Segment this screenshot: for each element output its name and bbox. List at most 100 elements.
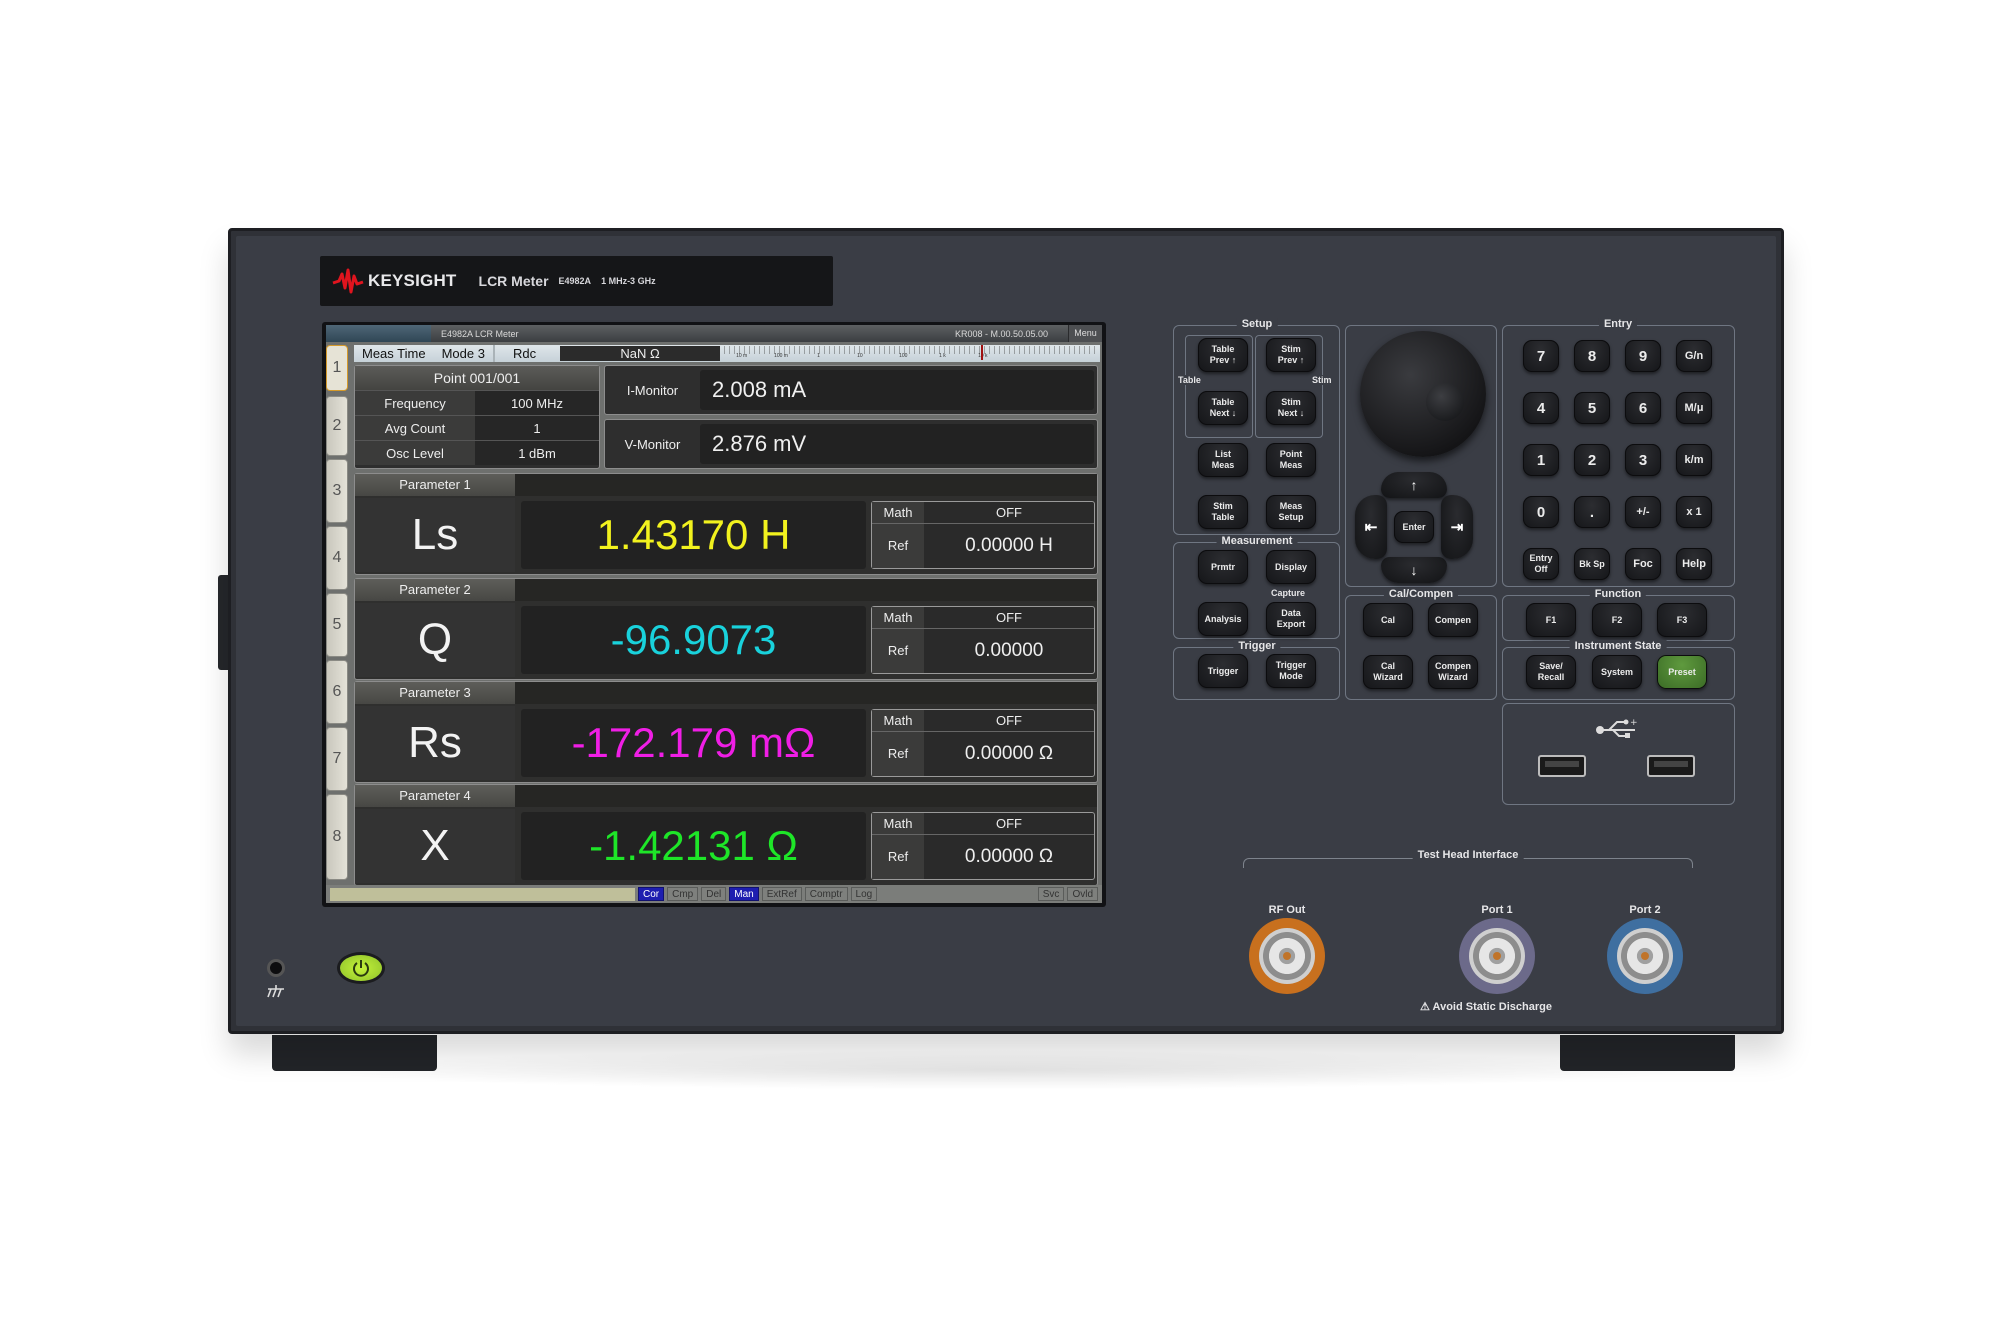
trigger-button[interactable]: Trigger	[1198, 654, 1248, 688]
menu-button[interactable]: Menu	[1068, 325, 1102, 342]
rotary-knob[interactable]	[1360, 331, 1486, 457]
ref-value: 0.00000 Ω	[964, 743, 1054, 764]
point-row-avg-count[interactable]: Avg Count 1	[355, 415, 599, 440]
stim-next-button[interactable]: Stim Next ↓	[1266, 391, 1316, 425]
system-button[interactable]: System	[1592, 655, 1642, 689]
keysight-logo-icon	[332, 268, 364, 294]
entry-key[interactable]: 3	[1625, 444, 1661, 476]
capture-label: Capture	[1271, 588, 1306, 598]
entry-key[interactable]: Help	[1676, 548, 1712, 580]
param-header: Parameter 1	[355, 474, 1097, 496]
ref-label: Ref	[872, 732, 924, 776]
monitor-label: V-Monitor	[624, 436, 681, 452]
preset-button[interactable]: Preset	[1657, 655, 1707, 689]
entry-key[interactable]: M/μ	[1676, 392, 1712, 424]
entry-key[interactable]: Entry Off	[1523, 548, 1559, 580]
up-arrow-button[interactable]: ↑	[1381, 472, 1447, 498]
entry-key[interactable]: 8	[1574, 340, 1610, 372]
setup-title: Setup	[1236, 318, 1278, 330]
parameter-3-panel[interactable]: Parameter 3 Rs -172.179 mΩ Math OFF Ref 0.…	[354, 681, 1098, 783]
connector-body	[1259, 928, 1315, 984]
f2-button[interactable]: F2	[1592, 603, 1642, 637]
ref-value: 0.00000	[974, 640, 1044, 661]
right-arrow-button[interactable]: ⇥	[1441, 495, 1473, 559]
compen-button[interactable]: Compen	[1428, 603, 1478, 637]
point-row-osc-level[interactable]: Osc Level 1 dBm	[355, 440, 599, 465]
parameter-4-panel[interactable]: Parameter 4 X -1.42131 Ω Math OFF Ref 0.00…	[354, 784, 1098, 886]
f3-button[interactable]: F3	[1657, 603, 1707, 637]
point-meas-button[interactable]: Point Meas	[1266, 443, 1316, 477]
entry-key[interactable]: 9	[1625, 340, 1661, 372]
stim-label: Stim	[1312, 375, 1332, 385]
math-label: Math	[872, 813, 924, 834]
cal-button[interactable]: Cal	[1363, 603, 1413, 637]
down-arrow-button[interactable]: ↓	[1381, 557, 1447, 583]
param-symbol: Ls	[355, 498, 515, 572]
connector-pin	[1493, 952, 1501, 960]
cal-wizard-button[interactable]: Cal Wizard	[1363, 655, 1413, 689]
entry-key[interactable]: .	[1574, 496, 1610, 528]
foot-left	[272, 1035, 437, 1071]
side-tab-1[interactable]: 1	[326, 345, 348, 391]
prmtr-button[interactable]: Prmtr	[1198, 550, 1248, 584]
entry-key[interactable]: Bk Sp	[1574, 548, 1610, 580]
table-next-button[interactable]: Table Next ↓	[1198, 391, 1248, 425]
trigger-mode-button[interactable]: Trigger Mode	[1266, 654, 1316, 688]
enter-button[interactable]: Enter	[1394, 511, 1434, 543]
point-row-frequency[interactable]: Frequency 100 MHz	[355, 390, 599, 415]
stim-table-button[interactable]: Stim Table	[1198, 495, 1248, 529]
entry-key[interactable]: x 1	[1676, 496, 1712, 528]
compen-wizard-button[interactable]: Compen Wizard	[1428, 655, 1478, 689]
side-tab-4[interactable]: 4	[326, 526, 348, 590]
entry-title: Entry	[1598, 318, 1638, 330]
usb-port-1[interactable]	[1538, 755, 1586, 777]
math-value: OFF	[996, 505, 1022, 520]
indicator-del: Del	[701, 887, 727, 901]
entry-key[interactable]: +/-	[1625, 496, 1661, 528]
param-header-label: Parameter 2	[355, 579, 515, 601]
entry-key[interactable]: 7	[1523, 340, 1559, 372]
power-icon	[353, 960, 369, 977]
port-1-connector[interactable]	[1459, 918, 1535, 994]
entry-key[interactable]: G/n	[1676, 340, 1712, 372]
data-export-button[interactable]: Data Export	[1266, 602, 1316, 636]
power-button[interactable]	[337, 952, 385, 984]
list-meas-button[interactable]: List Meas	[1198, 443, 1248, 477]
trigger-title: Trigger	[1233, 640, 1281, 652]
meas-setup-button[interactable]: Meas Setup	[1266, 495, 1316, 529]
left-arrow-button[interactable]: ⇤	[1355, 495, 1387, 559]
port-2-label: Port 2	[1629, 904, 1661, 916]
f1-button[interactable]: F1	[1526, 603, 1576, 637]
parameter-1-panel[interactable]: Parameter 1 Ls 1.43170 H Math OFF Ref 0.00…	[354, 473, 1098, 575]
entry-key[interactable]: Foc	[1625, 548, 1661, 580]
static-discharge-warning: ⚠ Avoid Static Discharge	[1420, 1001, 1552, 1013]
side-tab-5[interactable]: 5	[326, 593, 348, 657]
entry-key[interactable]: k/m	[1676, 444, 1712, 476]
save-recall-button[interactable]: Save/Recall	[1526, 655, 1576, 689]
floor-shadow	[300, 1050, 1700, 1090]
table-prev-button[interactable]: Table Prev ↑	[1198, 338, 1248, 372]
scale-label: 10 m	[736, 353, 748, 359]
stim-prev-button[interactable]: Stim Prev ↑	[1266, 338, 1316, 372]
point-panel: Point 001/001 Frequency 100 MHz Avg Coun…	[354, 365, 600, 469]
measurement-title: Measurement	[1216, 535, 1298, 547]
param-symbol: X	[355, 809, 515, 883]
side-tab-2[interactable]: 2	[326, 396, 348, 456]
side-tab-6[interactable]: 6	[326, 660, 348, 724]
entry-key[interactable]: 1	[1523, 444, 1559, 476]
port-2-connector[interactable]	[1607, 918, 1683, 994]
entry-key[interactable]: 0	[1523, 496, 1559, 528]
side-tab-7[interactable]: 7	[326, 727, 348, 791]
parameter-2-panel[interactable]: Parameter 2 Q -96.9073 Math OFF Ref 0.0000…	[354, 578, 1098, 680]
entry-key[interactable]: 4	[1523, 392, 1559, 424]
entry-key[interactable]: 5	[1574, 392, 1610, 424]
usb-port-2[interactable]	[1647, 755, 1695, 777]
display-button[interactable]: Display	[1266, 550, 1316, 584]
entry-key[interactable]: 2	[1574, 444, 1610, 476]
side-tab-3[interactable]: 3	[326, 459, 348, 523]
side-tab-8[interactable]: 8	[326, 794, 348, 880]
ground-jack[interactable]	[267, 959, 285, 977]
entry-key[interactable]: 6	[1625, 392, 1661, 424]
analysis-button[interactable]: Analysis	[1198, 602, 1248, 636]
rf-out-connector[interactable]	[1249, 918, 1325, 994]
